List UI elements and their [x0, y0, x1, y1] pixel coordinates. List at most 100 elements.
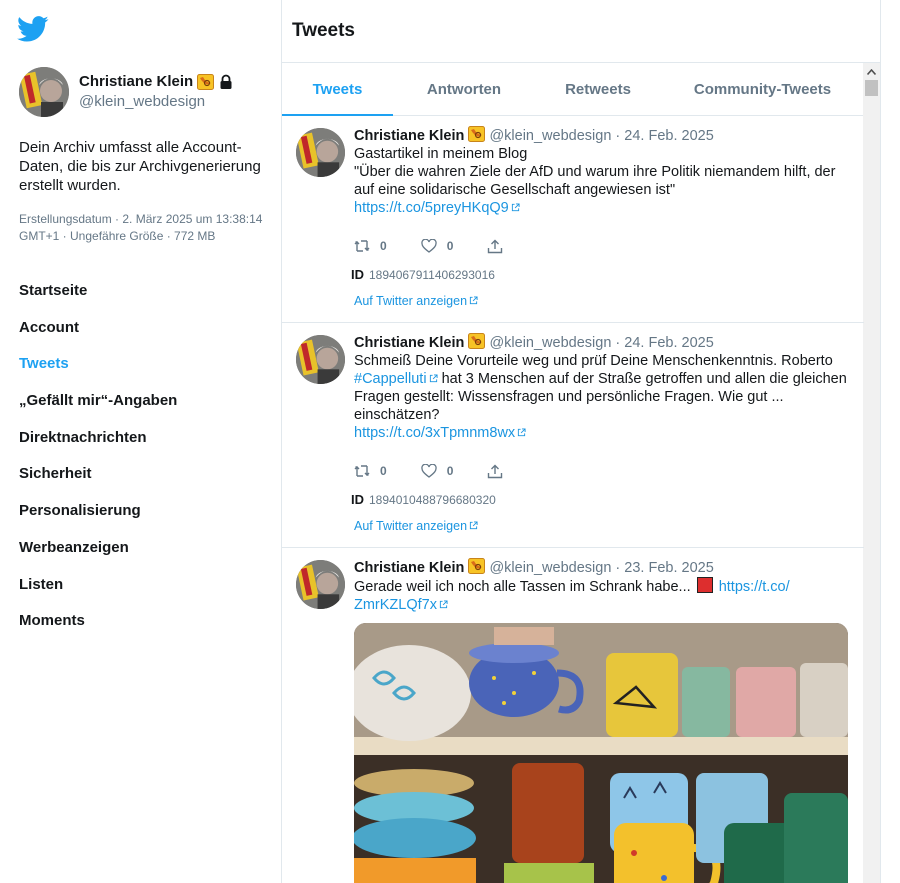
twitter-bird-icon[interactable] — [16, 13, 50, 45]
external-link-icon — [439, 600, 448, 609]
tweet-date: 24. Feb. 2025 — [624, 128, 714, 144]
tweet-link[interactable]: https://t.co/5preyHKqQ9 — [354, 200, 509, 216]
tweet-author-handle: @klein_webdesign — [489, 560, 612, 576]
tweet-id: ID 1894067911406293016 — [351, 267, 849, 282]
retweet-button[interactable]: 0 — [354, 239, 387, 253]
tweet-text-line: Schmeiß Deine Vorurteile weg und prüf De… — [354, 353, 833, 369]
tweet-header: Christiane Klein @klein_webdesign · 23. … — [354, 558, 714, 576]
retweet-icon — [354, 465, 370, 477]
tweet-item: Christiane Klein @klein_webdesign · 23. … — [282, 548, 864, 883]
external-link-icon — [511, 203, 520, 212]
tweet-text: Schmeiß Deine Vorurteile weg und prüf De… — [354, 352, 849, 442]
tab-community-tweets[interactable]: Community-Tweets — [661, 63, 864, 115]
scroll-thumb[interactable] — [865, 80, 878, 96]
share-button[interactable] — [487, 239, 513, 254]
tab-antworten[interactable]: Antworten — [393, 63, 535, 115]
tweet-text-line: Gerade weil ich noch alle Tassen im Schr… — [354, 579, 691, 595]
postal-horn-emoji-icon — [468, 558, 486, 574]
share-button[interactable] — [487, 464, 513, 479]
external-link-icon — [469, 521, 478, 530]
tweet-id-label: ID — [351, 267, 364, 282]
red-square-emoji-icon — [696, 577, 713, 593]
archive-description: Dein Archiv umfasst alle Account-Daten, … — [19, 139, 261, 194]
tweet-author-name: Christiane Klein — [354, 128, 465, 144]
sidebar-item-tweets[interactable]: Tweets — [19, 354, 177, 391]
tweet-item: Christiane Klein @klein_webdesign · 24. … — [282, 323, 864, 548]
sidebar-item-likes[interactable]: „Gefällt mir“-Angaben — [19, 391, 177, 428]
sidebar: Christiane Klein @klein_webdesign Dein A… — [0, 0, 281, 883]
sidebar-item-moments[interactable]: Moments — [19, 611, 177, 648]
sidebar-item-sicherheit[interactable]: Sicherheit — [19, 464, 177, 501]
tweet-text: Gerade weil ich noch alle Tassen im Schr… — [354, 577, 849, 614]
tweet-avatar[interactable] — [296, 560, 345, 609]
profile-handle: @klein_webdesign — [79, 93, 206, 110]
sidebar-item-direktnachrichten[interactable]: Direktnachrichten — [19, 428, 177, 465]
external-link-icon — [469, 296, 478, 305]
archive-meta: Erstellungsdatum · 2. März 2025 um 13:38… — [19, 212, 263, 243]
tweet-author-name: Christiane Klein — [354, 335, 465, 351]
retweet-count: 0 — [380, 464, 387, 478]
profile-header: Christiane Klein @klein_webdesign — [19, 67, 234, 117]
tweet-text-line: Gastartikel in meinem Blog — [354, 146, 528, 162]
postal-horn-emoji-icon — [468, 333, 486, 349]
retweet-count: 0 — [380, 239, 387, 253]
tweet-author-name: Christiane Klein — [354, 560, 465, 576]
tweet-text-line: "Über die wahren Ziele der AfD und warum… — [354, 164, 836, 198]
tweet-link[interactable]: https://t.co/3xTpmnm8wx — [354, 425, 515, 441]
sidebar-item-werbeanzeigen[interactable]: Werbeanzeigen — [19, 538, 177, 575]
tweet-header: Christiane Klein @klein_webdesign · 24. … — [354, 333, 714, 351]
like-button[interactable]: 0 — [421, 464, 454, 478]
tweet-header: Christiane Klein @klein_webdesign · 24. … — [354, 126, 714, 144]
sidebar-item-account[interactable]: Account — [19, 318, 177, 355]
tweet-photo[interactable] — [354, 623, 848, 883]
sidebar-item-personalisierung[interactable]: Personalisierung — [19, 501, 177, 538]
sidebar-item-listen[interactable]: Listen — [19, 575, 177, 612]
postal-horn-emoji-icon — [468, 126, 486, 142]
retweet-button[interactable]: 0 — [354, 464, 387, 478]
external-link-icon — [429, 374, 438, 383]
tweet-avatar[interactable] — [296, 128, 345, 177]
tweet-id: ID 1894010488796680320 — [351, 492, 849, 507]
tweet-link[interactable]: https://t.co/ — [719, 579, 790, 595]
tweet-date: 23. Feb. 2025 — [624, 560, 714, 576]
view-on-twitter-link[interactable]: Auf Twitter anzeigen — [354, 519, 849, 533]
avatar[interactable] — [19, 67, 69, 117]
tweet-author-handle: @klein_webdesign — [489, 128, 612, 144]
view-on-twitter-label: Auf Twitter anzeigen — [354, 519, 468, 533]
sidebar-nav: Startseite Account Tweets „Gefällt mir“-… — [19, 281, 177, 648]
scroll-up-arrow-icon[interactable] — [863, 63, 880, 80]
tweet-link[interactable]: ZmrKZLQf7x — [354, 597, 437, 613]
tweet-date: 24. Feb. 2025 — [624, 335, 714, 351]
main-panel: Tweets Tweets Antworten Retweets Communi… — [281, 0, 881, 883]
share-icon — [488, 239, 503, 253]
tweet-actions: 0 0 — [354, 237, 849, 255]
tweet-id-label: ID — [351, 492, 364, 507]
postal-horn-emoji-icon — [197, 73, 215, 90]
tweet-author-handle: @klein_webdesign — [489, 335, 612, 351]
view-on-twitter-link[interactable]: Auf Twitter anzeigen — [354, 294, 849, 308]
like-count: 0 — [446, 239, 454, 253]
heart-icon — [421, 464, 437, 478]
tab-retweets[interactable]: Retweets — [535, 63, 661, 115]
main-header: Tweets — [282, 0, 880, 63]
retweet-icon — [354, 240, 370, 252]
external-link-icon — [518, 428, 526, 437]
sidebar-item-startseite[interactable]: Startseite — [19, 281, 177, 318]
view-on-twitter-label: Auf Twitter anzeigen — [354, 294, 468, 308]
tweet-actions: 0 0 — [354, 462, 849, 480]
tab-bar: Tweets Antworten Retweets Community-Twee… — [282, 63, 864, 116]
tweet-id-value: 1894067911406293016 — [369, 268, 495, 282]
like-button[interactable]: 0 — [421, 239, 454, 253]
share-icon — [488, 464, 503, 478]
tab-tweets[interactable]: Tweets — [282, 63, 393, 116]
tweet-avatar[interactable] — [296, 335, 345, 384]
like-count: 0 — [446, 464, 454, 478]
scrollbar[interactable] — [863, 63, 880, 883]
hashtag-link[interactable]: #Cappelluti — [354, 371, 427, 387]
tweet-text: Gastartikel in meinem Blog "Über die wah… — [354, 145, 849, 217]
heart-icon — [421, 239, 437, 253]
profile-name: Christiane Klein — [79, 73, 234, 90]
tweet-id-value: 1894010488796680320 — [369, 493, 496, 507]
lock-icon — [220, 74, 232, 89]
profile-name-text: Christiane Klein — [79, 73, 194, 90]
